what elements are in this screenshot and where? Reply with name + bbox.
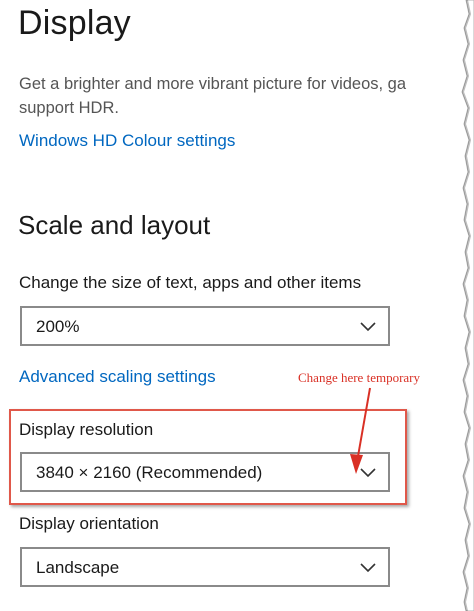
orientation-label: Display orientation [19,514,159,533]
hdr-description-line2: support HDR. [19,99,119,117]
resolution-dropdown-value: 3840 × 2160 (Recommended) [36,463,263,482]
resolution-label: Display resolution [19,420,154,439]
display-settings-page: Display Get a brighter and more vibrant … [0,0,474,611]
advanced-scaling-link[interactable]: Advanced scaling settings [19,367,216,387]
resolution-dropdown[interactable]: 3840 × 2160 (Recommended) [20,452,390,492]
scale-label: Change the size of text, apps and other … [19,273,362,292]
orientation-dropdown[interactable]: Landscape [20,547,390,587]
hdr-description-line1: Get a brighter and more vibrant picture … [19,75,407,93]
chevron-down-icon [360,322,376,332]
hdr-description: Get a brighter and more vibrant picture … [19,72,469,120]
scale-dropdown[interactable]: 200% [20,306,390,346]
torn-edge-decoration [461,0,474,611]
chevron-down-icon [360,563,376,573]
page-title: Display [18,4,131,42]
scale-layout-heading: Scale and layout [18,210,211,240]
red-arrow-icon [350,387,371,474]
windows-hd-colour-link[interactable]: Windows HD Colour settings [19,131,235,151]
scale-dropdown-value: 200% [36,317,80,336]
orientation-dropdown-value: Landscape [36,558,120,577]
